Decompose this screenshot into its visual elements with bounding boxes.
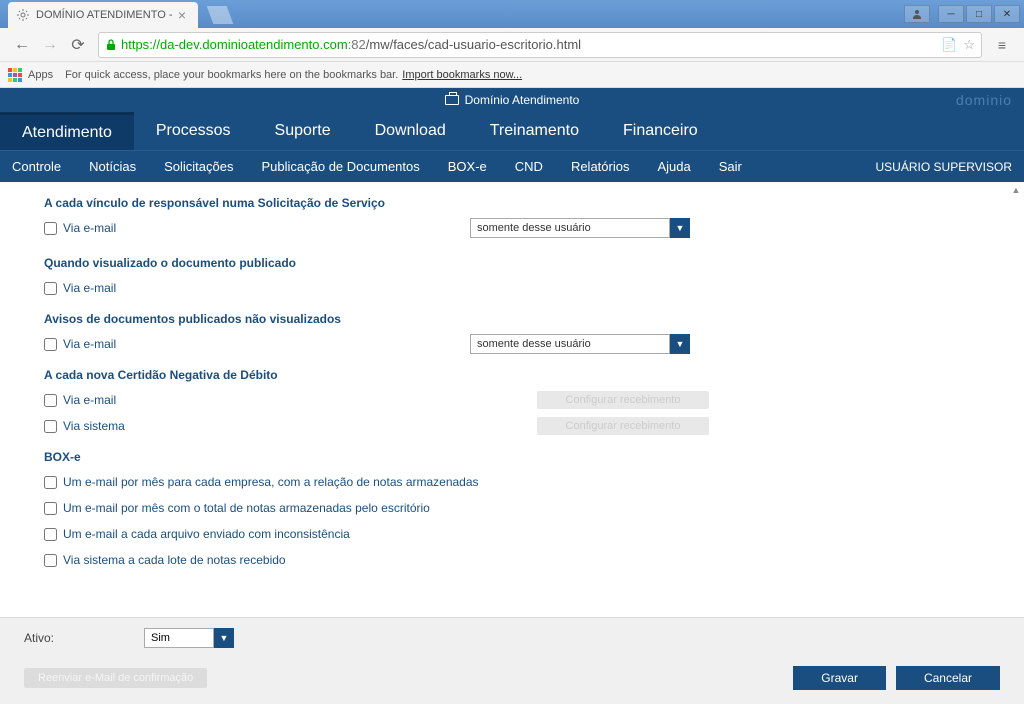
nav-processos[interactable]: Processos bbox=[134, 112, 253, 150]
close-window-button[interactable]: ✕ bbox=[994, 5, 1020, 23]
subnav-solicitacoes[interactable]: Solicitações bbox=[164, 159, 233, 174]
check-certidao-email[interactable] bbox=[44, 394, 57, 407]
label-boxe-1: Um e-mail por mês para cada empresa, com… bbox=[63, 475, 479, 489]
tab-title: DOMÍNIO ATENDIMENTO - bbox=[36, 9, 173, 21]
config-recebimento-email: Configurar recebimento bbox=[537, 391, 709, 409]
tab-close-icon[interactable]: × bbox=[174, 7, 190, 23]
brand-logo: dominio bbox=[956, 92, 1012, 108]
subnav-relatorios[interactable]: Relatórios bbox=[571, 159, 630, 174]
check-boxe-4[interactable] bbox=[44, 554, 57, 567]
page-icon[interactable]: 📄 bbox=[941, 37, 957, 53]
label-certidao-sistema: Via sistema bbox=[63, 419, 125, 433]
address-actions: 📄 ☆ bbox=[941, 37, 975, 53]
browser-tab[interactable]: DOMÍNIO ATENDIMENTO - × bbox=[8, 2, 198, 28]
user-label: USUÁRIO SUPERVISOR bbox=[876, 160, 1012, 174]
minimize-button[interactable]: ─ bbox=[938, 5, 964, 23]
check-vinculo-email[interactable] bbox=[44, 222, 57, 235]
bookmarks-bar: Apps For quick access, place your bookma… bbox=[0, 62, 1024, 88]
lock-icon bbox=[105, 39, 117, 51]
section-visualizado-title: Quando visualizado o documento publicado bbox=[44, 256, 1024, 270]
url-port: :82 bbox=[348, 37, 366, 52]
forward-button[interactable]: → bbox=[36, 31, 64, 59]
subnav-sair[interactable]: Sair bbox=[719, 159, 742, 174]
dropdown-vinculo[interactable]: ▼ bbox=[470, 218, 690, 238]
back-button[interactable]: ← bbox=[8, 31, 36, 59]
section-certidao-title: A cada nova Certidão Negativa de Débito bbox=[44, 368, 1024, 382]
user-icon[interactable] bbox=[904, 5, 930, 23]
config-recebimento-sistema: Configurar recebimento bbox=[537, 417, 709, 435]
chevron-down-icon[interactable]: ▼ bbox=[670, 218, 690, 238]
dropdown-avisos[interactable]: ▼ bbox=[470, 334, 690, 354]
sub-nav: Controle Notícias Solicitações Publicaçã… bbox=[0, 150, 1024, 182]
star-icon[interactable]: ☆ bbox=[963, 37, 975, 53]
import-bookmarks-link[interactable]: Import bookmarks now... bbox=[402, 69, 522, 81]
chevron-down-icon[interactable]: ▼ bbox=[670, 334, 690, 354]
subnav-controle[interactable]: Controle bbox=[12, 159, 61, 174]
subnav-cnd[interactable]: CND bbox=[515, 159, 543, 174]
cancel-button[interactable]: Cancelar bbox=[896, 666, 1000, 690]
subnav-ajuda[interactable]: Ajuda bbox=[657, 159, 690, 174]
check-certidao-sistema[interactable] bbox=[44, 420, 57, 433]
label-visualizado-email: Via e-mail bbox=[63, 281, 116, 295]
label-avisos-email: Via e-mail bbox=[63, 337, 116, 351]
url-protocol: https bbox=[121, 37, 149, 52]
dropdown-ativo[interactable]: ▼ bbox=[144, 628, 234, 648]
browser-toolbar: ← → ⟳ https ://da-dev.dominioatendimento… bbox=[0, 28, 1024, 62]
resend-email-button: Reenviar e-Mail de confirmação bbox=[24, 668, 207, 688]
check-visualizado-email[interactable] bbox=[44, 282, 57, 295]
ativo-label: Ativo: bbox=[24, 631, 54, 645]
content-panel: ▲ A cada vínculo de responsável numa Sol… bbox=[0, 182, 1024, 617]
subnav-boxe[interactable]: BOX-e bbox=[448, 159, 487, 174]
chevron-down-icon[interactable]: ▼ bbox=[214, 628, 234, 648]
apps-icon[interactable] bbox=[8, 68, 22, 82]
nav-download[interactable]: Download bbox=[353, 112, 468, 150]
check-boxe-3[interactable] bbox=[44, 528, 57, 541]
app-title: Domínio Atendimento bbox=[465, 93, 580, 107]
url-host: ://da-dev.dominioatendimento.com bbox=[149, 37, 347, 52]
nav-atendimento[interactable]: Atendimento bbox=[0, 112, 134, 150]
section-boxe-title: BOX-e bbox=[44, 450, 1024, 464]
bookmarks-hint: For quick access, place your bookmarks h… bbox=[65, 69, 398, 81]
label-certidao-email: Via e-mail bbox=[63, 393, 116, 407]
check-boxe-1[interactable] bbox=[44, 476, 57, 489]
apps-label[interactable]: Apps bbox=[28, 69, 53, 81]
url-path: /mw/faces/cad-usuario-escritorio.html bbox=[366, 37, 581, 52]
main-nav: Atendimento Processos Suporte Download T… bbox=[0, 112, 1024, 150]
dropdown-vinculo-input[interactable] bbox=[470, 218, 670, 238]
label-boxe-2: Um e-mail por mês com o total de notas a… bbox=[63, 501, 430, 515]
section-avisos-title: Avisos de documentos publicados não visu… bbox=[44, 312, 1024, 326]
label-boxe-3: Um e-mail a cada arquivo enviado com inc… bbox=[63, 527, 350, 541]
label-vinculo-email: Via e-mail bbox=[63, 221, 116, 235]
label-boxe-4: Via sistema a cada lote de notas recebid… bbox=[63, 553, 286, 567]
scroll-up-arrow[interactable]: ▲ bbox=[1008, 182, 1024, 198]
dropdown-ativo-input[interactable] bbox=[144, 628, 214, 648]
app-header: Domínio Atendimento dominio bbox=[0, 88, 1024, 112]
gear-icon bbox=[16, 8, 30, 22]
subnav-publicacao[interactable]: Publicação de Documentos bbox=[261, 159, 419, 174]
check-boxe-2[interactable] bbox=[44, 502, 57, 515]
subnav-noticias[interactable]: Notícias bbox=[89, 159, 136, 174]
nav-suporte[interactable]: Suporte bbox=[253, 112, 353, 150]
section-vinculo-title: A cada vínculo de responsável numa Solic… bbox=[44, 196, 1024, 210]
footer-ativo-row: Ativo: ▼ bbox=[0, 617, 1024, 658]
dropdown-avisos-input[interactable] bbox=[470, 334, 670, 354]
save-button[interactable]: Gravar bbox=[793, 666, 886, 690]
address-bar[interactable]: https ://da-dev.dominioatendimento.com :… bbox=[98, 32, 982, 58]
nav-treinamento[interactable]: Treinamento bbox=[468, 112, 601, 150]
chrome-menu-button[interactable]: ≡ bbox=[988, 31, 1016, 59]
briefcase-icon bbox=[445, 95, 459, 105]
maximize-button[interactable]: □ bbox=[966, 5, 992, 23]
reload-button[interactable]: ⟳ bbox=[64, 31, 92, 59]
check-avisos-email[interactable] bbox=[44, 338, 57, 351]
nav-financeiro[interactable]: Financeiro bbox=[601, 112, 720, 150]
